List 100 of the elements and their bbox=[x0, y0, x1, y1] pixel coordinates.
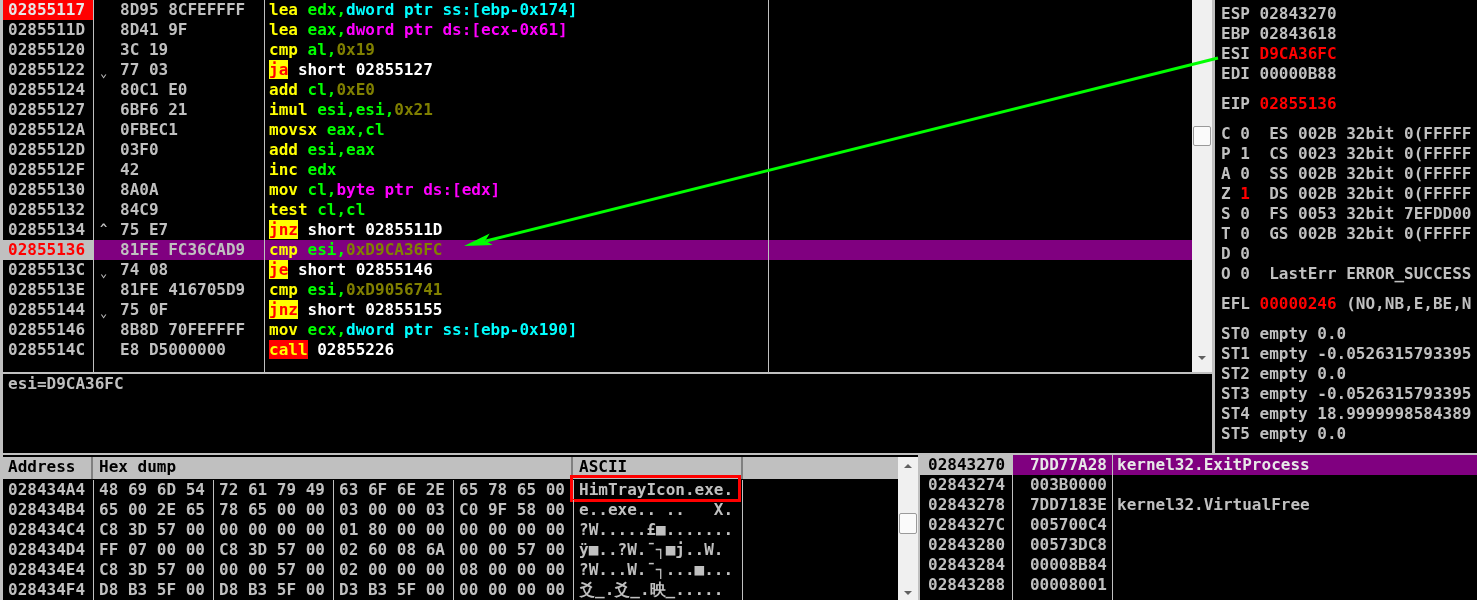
fpu-tag: empty bbox=[1259, 404, 1308, 424]
column-header[interactable]: Address bbox=[8, 459, 76, 475]
fpu-value: 18.9999998584389 bbox=[1317, 404, 1472, 424]
scrollbar[interactable] bbox=[1192, 0, 1212, 372]
fpu-value: 0.0 bbox=[1317, 424, 1347, 444]
instruction-text: add esi,eax bbox=[269, 140, 375, 160]
jump-mark: ^ bbox=[100, 221, 108, 237]
info-text: esi=D9CA36FC bbox=[8, 374, 124, 394]
flag-name: Z bbox=[1221, 184, 1231, 204]
dump-address: 028434C4 bbox=[8, 520, 86, 539]
ascii-text: ÿ■..?W.¯┐■j..W. bbox=[579, 542, 724, 558]
stack-address: 02843274 bbox=[927, 475, 1007, 495]
hex-bytes: 00 00 57 00 bbox=[459, 540, 565, 559]
ascii-text: ?W...W.¯┐...■... bbox=[579, 562, 734, 578]
instruction-text: imul esi,esi,0x21 bbox=[269, 100, 433, 120]
instruction-text: movsx eax,cl bbox=[269, 120, 385, 140]
opcode-bytes: 75 E7 bbox=[120, 220, 169, 240]
opcode-bytes: 8B8D 70FEFFFF bbox=[120, 320, 246, 340]
opcode-bytes: 8A0A bbox=[120, 180, 159, 200]
fpu-tag: empty bbox=[1259, 324, 1308, 344]
hex-bytes: C0 9F 58 00 bbox=[459, 500, 565, 519]
dump-address: 028434E4 bbox=[8, 560, 86, 579]
flag-value: 0 bbox=[1240, 244, 1250, 264]
fpu-value: 0.0 bbox=[1317, 364, 1347, 384]
stack-value: 7DD7183E bbox=[1029, 495, 1107, 514]
hex-bytes: FF 07 00 00 bbox=[99, 540, 205, 559]
opcode-bytes: 74 08 bbox=[120, 260, 169, 280]
instruction-text: mov cl,byte ptr ds:[edx] bbox=[269, 180, 501, 200]
stack-comment: kernel32.VirtualFree bbox=[1117, 495, 1310, 514]
scroll-up-arrow-icon[interactable] bbox=[904, 464, 912, 468]
hex-bytes: D3 B3 5F 00 bbox=[339, 580, 445, 599]
flag-name: A bbox=[1221, 164, 1231, 184]
instruction-text: cmp esi,0xD9056741 bbox=[269, 280, 443, 300]
flags-decoded-text: (NO,NB,E,BE,N bbox=[1346, 294, 1472, 314]
opcode-bytes: 8D41 9F bbox=[120, 20, 188, 40]
stack-address: 02843270 bbox=[920, 455, 1012, 475]
instruction-address: 02855136 bbox=[3, 240, 93, 260]
flag-value: 1 bbox=[1240, 144, 1250, 164]
instruction-text: lea edx,dword ptr ss:[ebp-0x174] bbox=[269, 0, 578, 20]
stack-value: 00008B84 bbox=[1029, 555, 1107, 574]
opcode-bytes: 84C9 bbox=[120, 200, 159, 220]
hex-bytes: D8 B3 5F 00 bbox=[219, 580, 325, 599]
scroll-thumb[interactable] bbox=[899, 513, 917, 534]
stack-comment: kernel32.ExitProcess bbox=[1117, 455, 1310, 474]
instruction-text: jnz short 0285511D bbox=[269, 220, 443, 240]
register-name: EFL bbox=[1221, 294, 1250, 314]
scroll-thumb[interactable] bbox=[1193, 126, 1211, 146]
register-value: D9CA36FC bbox=[1259, 44, 1337, 64]
flag-value: 0 bbox=[1240, 204, 1250, 224]
instruction-text: lea eax,dword ptr ds:[ecx-0x61] bbox=[269, 20, 568, 40]
flag-value: 1 bbox=[1240, 184, 1250, 204]
fpu-register-name: ST5 bbox=[1221, 424, 1250, 444]
flag-value: 0 bbox=[1240, 264, 1250, 284]
stack-value: 7DD77A28 bbox=[1029, 455, 1107, 474]
flag-value: 0 bbox=[1240, 164, 1250, 184]
hex-bytes: 65 00 2E 65 bbox=[99, 500, 205, 519]
stack-value: 003B0000 bbox=[1029, 475, 1107, 494]
flag-name: O bbox=[1221, 264, 1231, 284]
column-header[interactable]: Hex dump bbox=[99, 459, 177, 475]
opcode-bytes: 0FBEC1 bbox=[120, 120, 178, 140]
hex-bytes: 01 80 00 00 bbox=[339, 520, 445, 539]
scroll-down-arrow-icon[interactable] bbox=[904, 591, 912, 595]
instruction-text: cmp esi,0xD9CA36FC bbox=[269, 240, 443, 260]
ascii-text: e..exe.. .. X. bbox=[579, 502, 734, 518]
opcode-bytes: 80C1 E0 bbox=[120, 80, 188, 100]
ascii-text: ?W.....£■....... bbox=[579, 522, 734, 538]
register-value: 00000B88 bbox=[1259, 64, 1337, 84]
flag-name: T bbox=[1221, 224, 1231, 244]
hex-bytes: 02 60 08 6A bbox=[339, 540, 445, 559]
opcode-bytes: E8 D5000000 bbox=[120, 340, 226, 360]
flag-name: P bbox=[1221, 144, 1231, 164]
column-header[interactable]: ASCII bbox=[579, 459, 628, 475]
scrollbar[interactable] bbox=[898, 457, 918, 600]
hex-bytes: 63 6F 6E 2E bbox=[339, 480, 445, 499]
segment-info: GS 002B 32bit 0(FFFFF bbox=[1269, 224, 1472, 244]
scroll-down-arrow-icon[interactable] bbox=[1198, 356, 1206, 360]
flag-value: 0 bbox=[1240, 124, 1250, 144]
opcode-bytes: 3C 19 bbox=[120, 40, 169, 60]
segment-info: CS 0023 32bit 0(FFFFF bbox=[1269, 144, 1472, 164]
fpu-tag: empty bbox=[1259, 364, 1308, 384]
stack-value: 00008001 bbox=[1029, 575, 1107, 594]
hex-bytes: 72 61 79 49 bbox=[219, 480, 325, 499]
opcode-bytes: 81FE FC36CAD9 bbox=[120, 240, 246, 260]
register-value: 02855136 bbox=[1259, 94, 1337, 114]
flag-value: 0 bbox=[1240, 224, 1250, 244]
jump-mark: ⌄ bbox=[100, 65, 108, 82]
dump-address: 028434B4 bbox=[8, 500, 86, 519]
instruction-text: cmp al,0x19 bbox=[269, 40, 375, 60]
dump-address: 028434F4 bbox=[8, 580, 86, 599]
dump-address: 028434A4 bbox=[8, 480, 86, 499]
instruction-text: jnz short 02855155 bbox=[269, 300, 443, 320]
instruction-text: je short 02855146 bbox=[269, 260, 433, 280]
register-value: 02843618 bbox=[1259, 24, 1337, 44]
opcode-bytes: 77 03 bbox=[120, 60, 169, 80]
stack-value: 00573DC8 bbox=[1029, 535, 1107, 554]
stack-address: 02843284 bbox=[927, 555, 1007, 575]
instruction-text: add cl,0xE0 bbox=[269, 80, 375, 100]
selected-row-highlight[interactable]: 7DD77A28 kernel32.ExitProcess bbox=[1012, 455, 1477, 475]
selected-row-highlight[interactable]: 81FE FC36CAD9 cmp esi,0xD9CA36FC bbox=[93, 240, 1192, 260]
register-name: ESI bbox=[1221, 44, 1250, 64]
